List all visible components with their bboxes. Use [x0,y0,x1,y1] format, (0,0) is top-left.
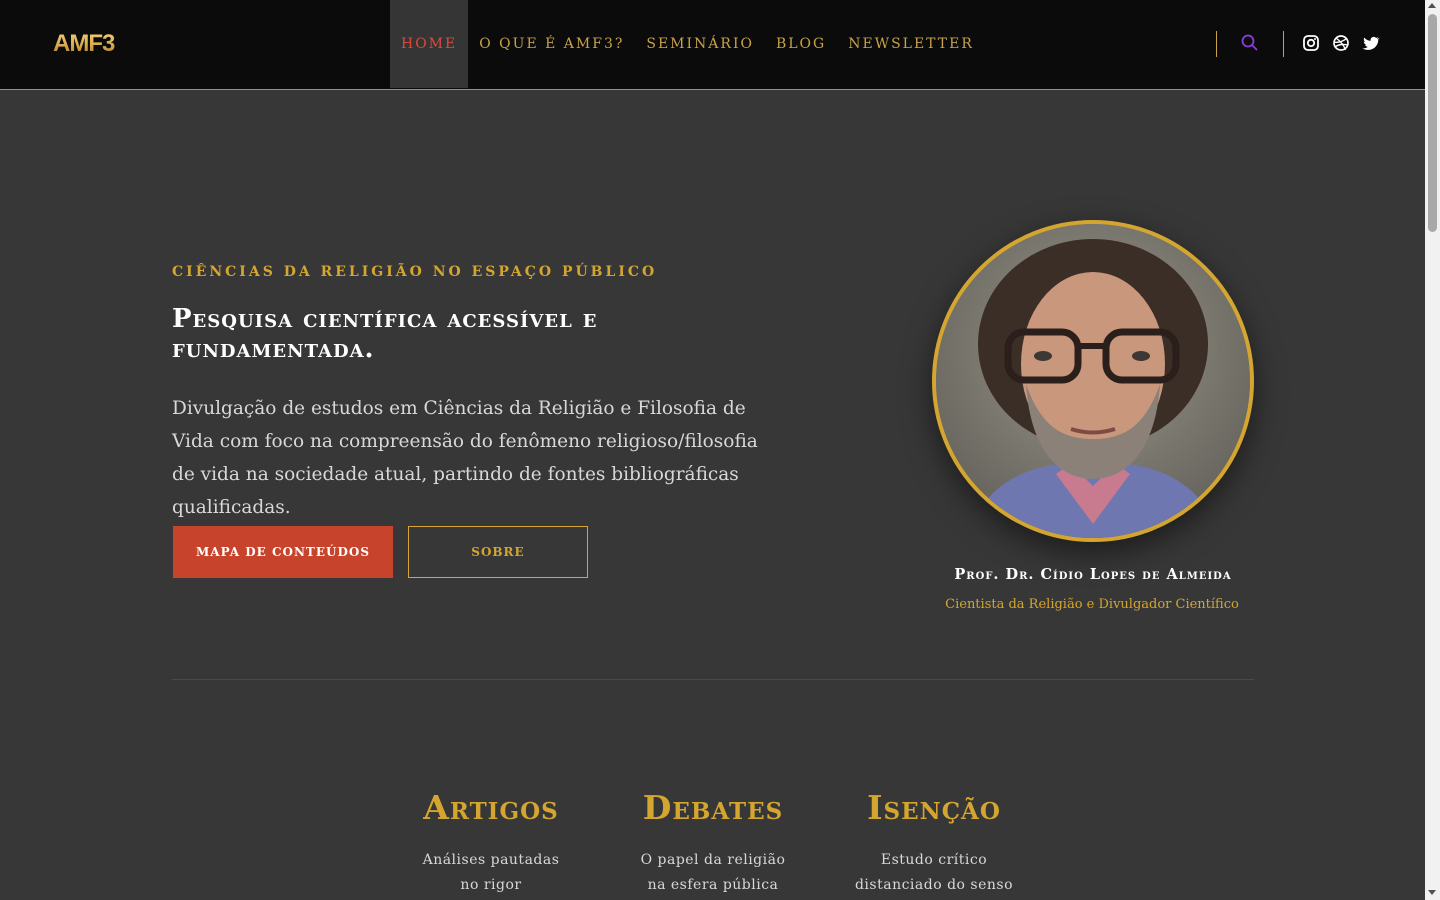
about-button[interactable]: SOBRE [408,526,588,578]
hero-lead: Divulgação de estudos em Ciências da Rel… [172,398,758,518]
logo-text: AMF3 [53,28,125,60]
feature-title: Debates [642,788,784,827]
scroll-down-arrow-icon[interactable] [1428,890,1436,895]
site-header: AMF3 HOME O QUE É AMF3? SEMINÁRIO BLOG N… [0,0,1425,90]
site-logo[interactable]: AMF3 [53,28,125,60]
search-icon[interactable] [1240,33,1260,53]
nav-newsletter[interactable]: NEWSLETTER [837,0,985,88]
instagram-icon[interactable] [1302,34,1320,52]
author-portrait [932,220,1254,542]
feature-text: Análises pautadas no rigor metodológico [422,852,560,893]
header-divider-left [1216,31,1217,57]
feature-impartiality: Isenção Estudo crítico distanciado do se… [834,786,1034,898]
section-divider [172,679,1254,680]
nav-home[interactable]: HOME [390,0,469,88]
page-scrollbar[interactable] [1425,0,1440,900]
author-role: Cientista da Religião e Divulgador Cient… [945,597,1239,612]
scroll-up-arrow-icon[interactable] [1428,3,1436,8]
feature-text: Estudo crítico distanciado do senso [854,852,1014,893]
feature-articles: Artigos Análises pautadas no rigor metod… [391,786,591,900]
feature-debates: Debates O papel da religião na esfera pú… [613,786,813,898]
twitter-icon[interactable] [1362,34,1380,52]
nav-blog[interactable]: BLOG [765,0,837,88]
author-portrait-illustration [936,224,1250,538]
nav-seminar[interactable]: SEMINÁRIO [635,0,765,88]
nav-about-amf3[interactable]: O QUE É AMF3? [468,0,635,88]
author-name: Prof. Dr. Cídio Lopes de Almeida [954,566,1232,583]
hero-headline: Pesquisa científica acessível e fundamen… [172,304,598,364]
content-map-button[interactable]: MAPA DE CONTEÚDOS [173,526,393,578]
dribbble-icon[interactable] [1332,34,1350,52]
scrollbar-thumb[interactable] [1428,14,1437,232]
header-divider-right [1283,31,1284,57]
hero-eyebrow: CIÊNCIAS DA RELIGIÃO NO ESPAÇO PÚBLICO [172,264,658,280]
feature-title: Artigos [423,788,559,827]
feature-text: O papel da religião na esfera pública [640,852,786,893]
main-nav: HOME O QUE É AMF3? SEMINÁRIO BLOG NEWSLE… [390,0,985,88]
feature-title: Isenção [867,788,1001,827]
